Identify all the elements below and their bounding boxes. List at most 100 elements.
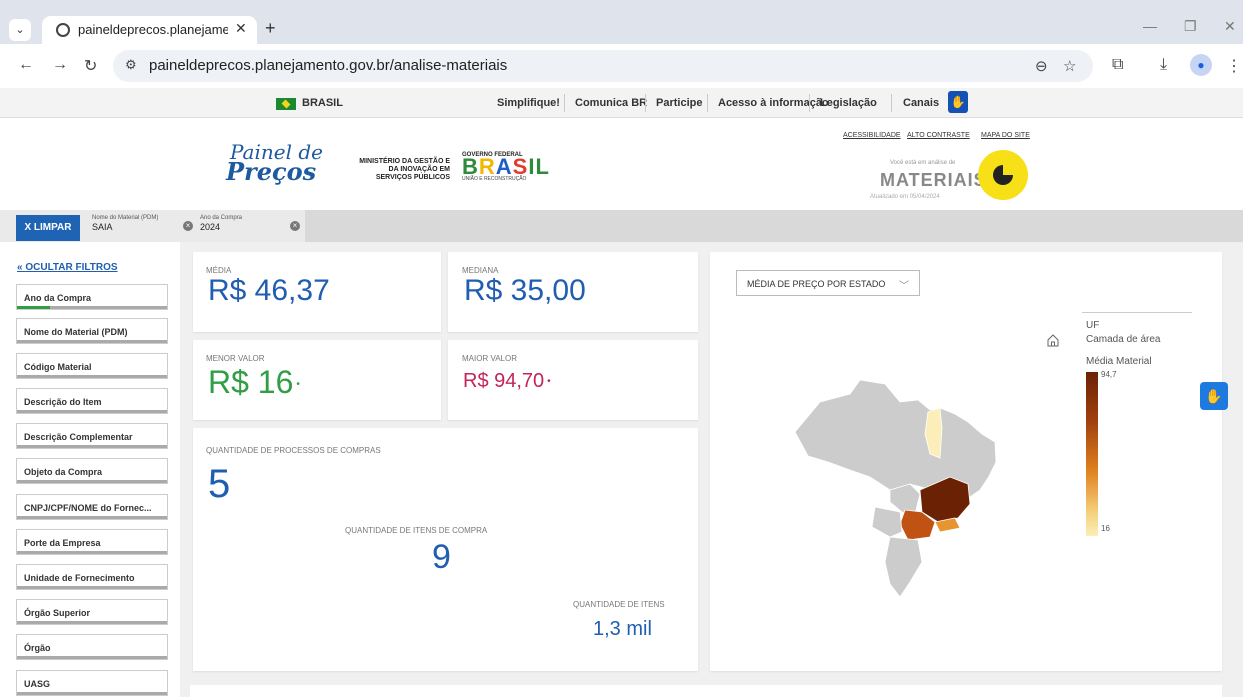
filter-label: Órgão (24, 643, 51, 653)
filter-dropdown[interactable]: Unidade de Fornecimento (16, 564, 168, 590)
clear-filters-button[interactable]: X LIMPAR (16, 215, 80, 241)
filter-dropdown[interactable]: Nome do Material (PDM) (16, 318, 168, 344)
address-bar[interactable]: ⚙ paineldeprecos.planejamento.gov.br/ana… (113, 50, 1093, 82)
filter-label: Objeto da Compra (24, 467, 103, 477)
filter-label: Descrição do Item (24, 397, 102, 407)
filter-progress-bar (17, 340, 167, 343)
legend-color-scale (1086, 372, 1098, 536)
filter-dropdown[interactable]: Ano da Compra (16, 284, 168, 310)
filter-label: Código Material (24, 362, 92, 372)
divider (1082, 312, 1192, 313)
gov-link-participe[interactable]: Participe (656, 97, 702, 109)
filter-label: Porte da Empresa (24, 538, 101, 548)
address-url[interactable]: paineldeprecos.planejamento.gov.br/anali… (149, 57, 507, 74)
kpi-value: R$ 46,37 (208, 274, 330, 307)
tab-title: paineldeprecos.planejamento.g (78, 22, 228, 37)
map-state-south (884, 536, 923, 598)
kpi-value: R$ 35,00 (464, 274, 586, 307)
filter-progress-bar (17, 306, 167, 309)
divider (564, 94, 565, 112)
window-close-icon[interactable]: ✕ (1224, 18, 1236, 35)
kpi-value-menor: R$ 16 • (208, 364, 300, 400)
profile-avatar-icon[interactable]: ● (1190, 54, 1212, 76)
map-metric-select[interactable]: MÉDIA DE PREÇO POR ESTADO ﹀ (736, 270, 920, 296)
minimize-icon[interactable]: — (1143, 18, 1157, 34)
legend-measure: Média Material (1086, 356, 1152, 367)
kpi-label: MAIOR VALOR (462, 354, 517, 363)
kpi-card-maior: MAIOR VALOR R$ 94,70 • (448, 340, 698, 420)
restore-icon[interactable]: ❐ (1184, 18, 1197, 35)
filter-dropdown[interactable]: Porte da Empresa (16, 529, 168, 555)
zoom-icon[interactable]: ⊖ (1035, 57, 1048, 75)
legend-title: UF (1086, 320, 1100, 331)
legend-min: 16 (1101, 524, 1110, 533)
filter-progress-bar (17, 551, 167, 554)
filter-dropdown[interactable]: Objeto da Compra (16, 458, 168, 484)
site-settings-icon[interactable]: ⚙ (125, 57, 137, 73)
remove-chip-icon[interactable]: × (290, 221, 300, 231)
brazil-map[interactable] (790, 372, 1010, 602)
close-icon[interactable]: ✕ (235, 20, 247, 37)
divider (809, 94, 810, 112)
kpi-card-media: MÉDIA R$ 46,37 (193, 252, 441, 332)
filter-progress-bar (17, 375, 167, 378)
new-tab-button[interactable]: + (265, 18, 276, 39)
gov-link-simplifique[interactable]: Simplifique! (497, 97, 560, 109)
forward-icon[interactable]: → (52, 56, 68, 74)
chip-value: SAIA (92, 222, 113, 232)
hide-filters-link[interactable]: « OCULTAR FILTROS (17, 262, 118, 273)
filter-progress-bar (17, 692, 167, 695)
bookmark-star-icon[interactable]: ☆ (1063, 57, 1076, 75)
filter-bar: X LIMPAR Nome do Material (PDM) SAIA × A… (0, 210, 1243, 242)
pie-chart-icon[interactable] (978, 150, 1028, 200)
filter-dropdown[interactable]: Descrição do Item (16, 388, 168, 414)
browser-toolbar: ← → ↻ ⚙ paineldeprecos.planejamento.gov.… (0, 44, 1243, 88)
reload-icon[interactable]: ↻ (84, 56, 97, 76)
download-icon[interactable]: ⤓ (1160, 56, 1167, 74)
remove-chip-icon[interactable]: × (183, 221, 193, 231)
filter-label: UASG (24, 679, 51, 689)
filter-dropdown[interactable]: UASG (16, 670, 168, 696)
home-icon[interactable] (1046, 333, 1060, 347)
chip-label: Nome do Material (PDM) (92, 215, 159, 221)
legend-layer: Camada de área (1086, 334, 1161, 345)
tab-search-button[interactable]: ⌄ (9, 19, 31, 41)
gov-link-comunica[interactable]: Comunica BR (575, 97, 647, 109)
map-state-go (889, 483, 921, 515)
chevron-down-icon: ﹀ (899, 281, 909, 292)
next-card (190, 685, 1222, 697)
extensions-icon[interactable]: ⧉ (1112, 56, 1123, 74)
back-icon[interactable]: ← (18, 56, 34, 74)
gov-link-canais[interactable]: Canais (903, 97, 939, 109)
browser-menu-icon[interactable]: ⋮ (1226, 56, 1242, 76)
filter-progress-bar (17, 621, 167, 624)
filter-dropdown[interactable]: CNPJ/CPF/NOME do Fornec... (16, 494, 168, 520)
gov-bar: BRASIL Simplifique! Comunica BR Particip… (0, 88, 1243, 118)
filter-label: Descrição Complementar (24, 432, 133, 442)
brazil-flag-icon (276, 98, 296, 110)
filter-dropdown[interactable]: Órgão (16, 634, 168, 660)
gov-link-acesso[interactable]: Acesso à informação (718, 97, 829, 109)
filter-dropdown[interactable]: Descrição Complementar (16, 423, 168, 449)
chip-value: 2024 (200, 222, 221, 232)
trend-icon: • (547, 376, 551, 388)
gov-brasil-link[interactable]: BRASIL (302, 97, 343, 109)
accessibility-hand-icon[interactable]: ✋ (1200, 382, 1228, 410)
filter-progress-bar (17, 516, 167, 519)
vlibras-icon[interactable]: ✋ (948, 91, 968, 113)
kpi-label: QUANTIDADE DE ITENS DE COMPRA (345, 526, 488, 535)
browser-tabstrip: ⌄ paineldeprecos.planejamento.g ✕ + — ❐ … (0, 0, 1243, 44)
browser-tab[interactable]: paineldeprecos.planejamento.g ✕ (42, 16, 257, 44)
high-contrast-link[interactable]: ALTO CONTRASTE (907, 132, 970, 139)
gov-link-legislacao[interactable]: Legislação (820, 97, 877, 109)
filter-label: Ano da Compra (24, 293, 92, 303)
painel-precos-logo[interactable]: Painel de Preços (226, 142, 323, 184)
kpi-value: 5 (208, 462, 231, 506)
filter-dropdown[interactable]: Código Material (16, 353, 168, 379)
filter-dropdown[interactable]: Órgão Superior (16, 599, 168, 625)
kpi-card-menor: MENOR VALOR R$ 16 • (193, 340, 441, 420)
sitemap-link[interactable]: MAPA DO SITE (981, 132, 1030, 139)
active-filters: X LIMPAR Nome do Material (PDM) SAIA × A… (0, 210, 305, 242)
analysis-title: MATERIAIS (880, 170, 987, 190)
accessibility-link[interactable]: ACESSIBILIDADE (843, 132, 901, 139)
